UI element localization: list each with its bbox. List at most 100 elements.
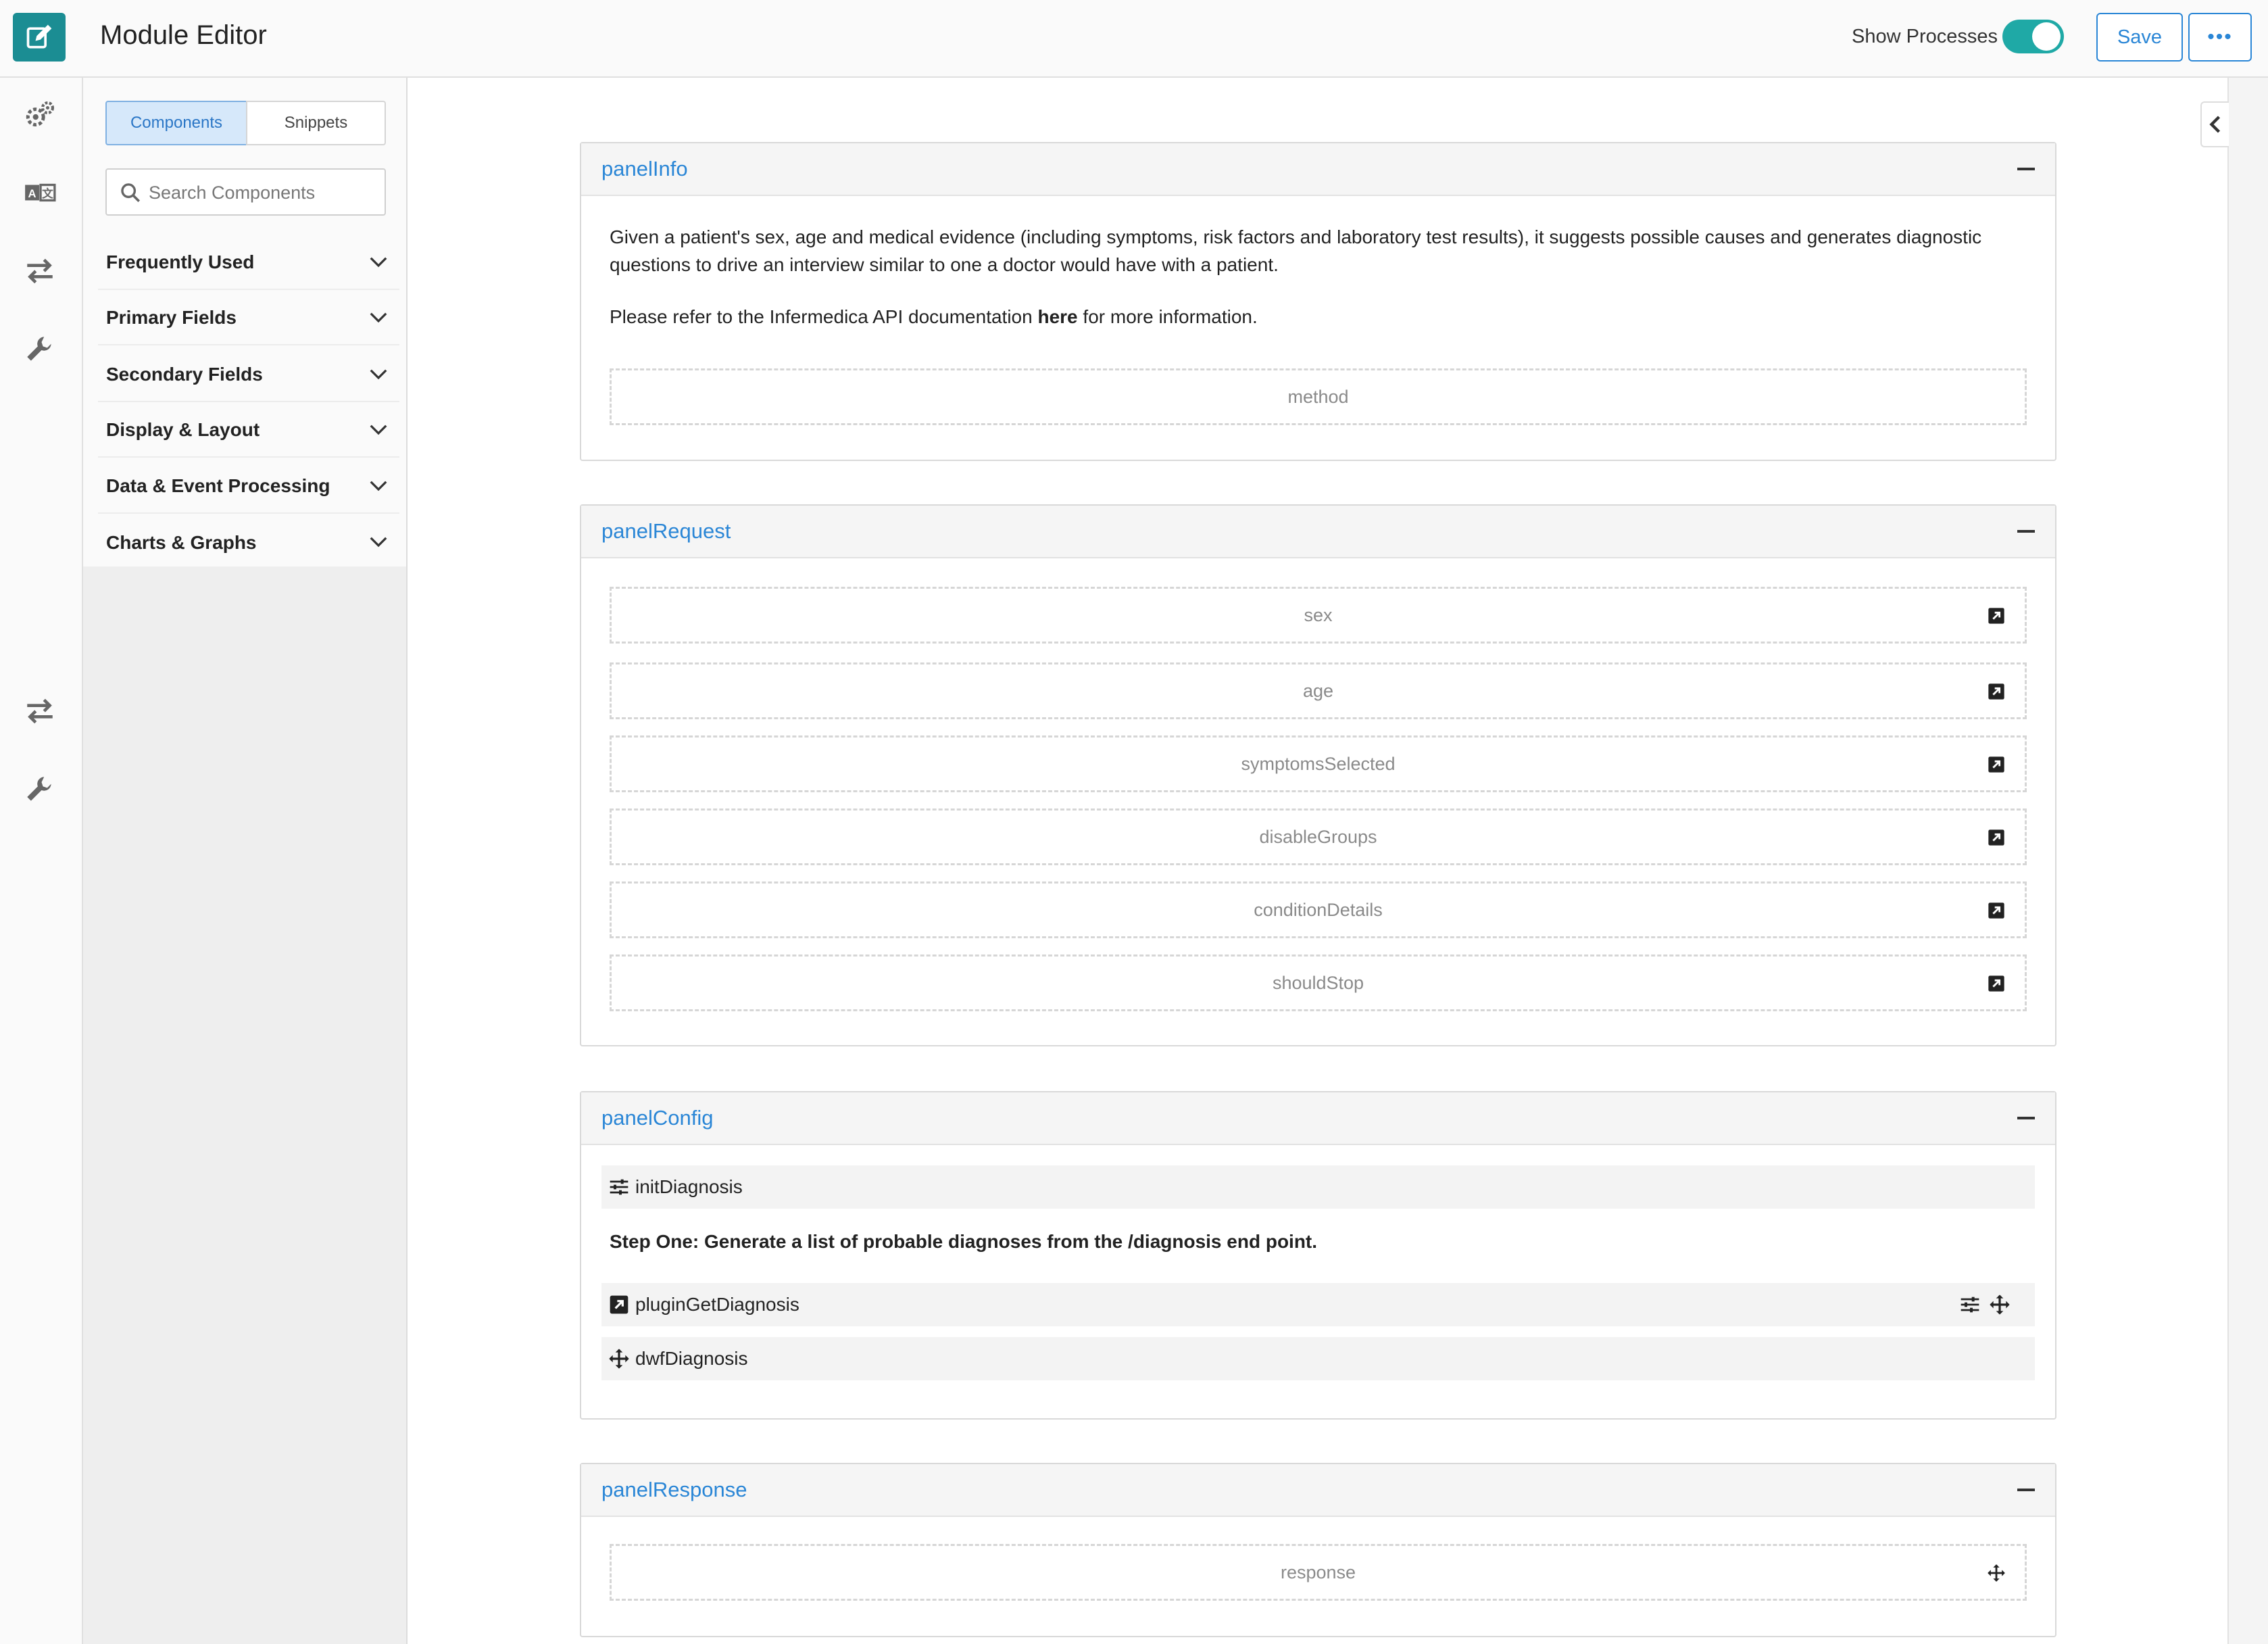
save-button[interactable]: Save xyxy=(2096,13,2183,62)
panel-title[interactable]: panelInfo xyxy=(601,157,688,181)
more-options-button[interactable]: ••• xyxy=(2188,13,2252,62)
field-label: symptomsSelected xyxy=(1241,753,1396,774)
category-label: Charts & Graphs xyxy=(106,532,257,553)
collapse-icon[interactable] xyxy=(2017,1489,2035,1491)
category-label: Primary Fields xyxy=(106,307,237,328)
open-external-icon[interactable] xyxy=(1987,682,2006,701)
edit-icon[interactable] xyxy=(13,13,66,62)
transfer-icon[interactable] xyxy=(23,254,57,288)
field-label: shouldStop xyxy=(1272,972,1364,993)
process-label: initDiagnosis xyxy=(635,1176,743,1197)
right-sidebar xyxy=(2227,78,2268,1644)
panel-reference: Please refer to the Infermedica API docu… xyxy=(610,303,2029,331)
category-label: Frequently Used xyxy=(106,251,255,272)
open-external-icon[interactable] xyxy=(1987,755,2006,774)
collapse-sidebar-button[interactable] xyxy=(2200,101,2229,147)
components-panel-content: Components Snippets Frequently Used Prim… xyxy=(83,78,406,566)
field-condition-details[interactable]: conditionDetails xyxy=(610,881,2027,938)
field-label: response xyxy=(1280,1562,1356,1582)
open-external-icon[interactable] xyxy=(1987,974,2006,993)
transfer-icon[interactable] xyxy=(23,694,57,728)
open-external-icon[interactable] xyxy=(1987,828,2006,847)
toggle-knob xyxy=(2032,22,2061,51)
gears-icon[interactable] xyxy=(23,99,57,132)
process-label: pluginGetDiagnosis xyxy=(635,1294,799,1315)
panel-info[interactable]: panelInfo Given a patient's sex, age and… xyxy=(580,142,2056,461)
panel-config[interactable]: panelConfig initDiagnosis Step One: Gene… xyxy=(580,1091,2056,1420)
field-label: age xyxy=(1302,680,1334,701)
chevron-down-icon xyxy=(370,257,387,268)
search-icon xyxy=(121,183,141,203)
move-icon[interactable] xyxy=(1989,1294,2011,1315)
open-external-icon xyxy=(610,1295,628,1314)
category-display-layout[interactable]: Display & Layout xyxy=(98,404,399,458)
wrench-icon[interactable] xyxy=(23,333,57,366)
field-method[interactable]: method xyxy=(610,368,2027,425)
documentation-link[interactable]: here xyxy=(1037,306,1077,327)
sliders-icon xyxy=(610,1179,628,1195)
process-init-diagnosis[interactable]: initDiagnosis xyxy=(601,1165,2035,1209)
step-description: Step One: Generate a list of probable di… xyxy=(610,1231,1318,1252)
sliders-icon[interactable] xyxy=(1959,1294,1981,1315)
process-dwf-diagnosis[interactable]: dwfDiagnosis xyxy=(601,1337,2035,1380)
open-external-icon[interactable] xyxy=(1987,606,2006,625)
chevron-down-icon xyxy=(370,537,387,548)
chevron-down-icon xyxy=(370,481,387,491)
collapse-icon[interactable] xyxy=(2017,1117,2035,1119)
description-line: questions to drive an interview similar … xyxy=(610,254,1279,275)
reference-text: for more information. xyxy=(1077,306,1258,327)
panel-description: Given a patient's sex, age and medical e… xyxy=(610,223,2029,279)
icon-rail xyxy=(0,78,83,1644)
translate-icon[interactable]: A 文 xyxy=(23,176,57,210)
show-processes-toggle[interactable] xyxy=(2002,20,2064,53)
wrench-icon[interactable] xyxy=(23,773,57,806)
panel-header[interactable]: panelResponse xyxy=(581,1464,2055,1517)
field-label: sex xyxy=(1304,604,1333,625)
panel-title[interactable]: panelRequest xyxy=(601,519,731,543)
panel-title[interactable]: panelResponse xyxy=(601,1478,747,1502)
panel-title[interactable]: panelConfig xyxy=(601,1106,713,1130)
tab-components[interactable]: Components xyxy=(105,101,247,145)
search-box xyxy=(105,168,386,216)
process-label: dwfDiagnosis xyxy=(635,1348,748,1369)
category-secondary-fields[interactable]: Secondary Fields xyxy=(98,348,399,402)
category-charts-graphs[interactable]: Charts & Graphs xyxy=(98,516,399,570)
field-should-stop[interactable]: shouldStop xyxy=(610,954,2027,1011)
description-line: Given a patient's sex, age and medical e… xyxy=(610,226,1982,247)
collapse-icon[interactable] xyxy=(2017,530,2035,533)
field-sex[interactable]: sex xyxy=(610,587,2027,644)
category-data-event-processing[interactable]: Data & Event Processing xyxy=(98,460,399,514)
move-icon[interactable] xyxy=(1987,1564,2006,1582)
panel-request[interactable]: panelRequest sex age symptomsSelected di… xyxy=(580,504,2056,1046)
process-actions xyxy=(1959,1294,2011,1315)
category-label: Data & Event Processing xyxy=(106,475,330,496)
panel-header[interactable]: panelRequest xyxy=(581,506,2055,558)
category-primary-fields[interactable]: Primary Fields xyxy=(98,291,399,345)
chevron-left-icon xyxy=(2209,116,2221,133)
panel-header[interactable]: panelInfo xyxy=(581,143,2055,196)
open-external-icon[interactable] xyxy=(1987,901,2006,920)
category-label: Secondary Fields xyxy=(106,364,263,385)
move-icon xyxy=(609,1349,629,1369)
collapse-icon[interactable] xyxy=(2017,168,2035,170)
search-input[interactable] xyxy=(147,170,380,216)
chevron-down-icon xyxy=(370,312,387,323)
chevron-down-icon xyxy=(370,425,387,435)
components-panel: Components Snippets Frequently Used Prim… xyxy=(83,78,408,1644)
panel-response[interactable]: panelResponse response xyxy=(580,1463,2056,1637)
panel-header[interactable]: panelConfig xyxy=(581,1092,2055,1145)
field-age[interactable]: age xyxy=(610,662,2027,719)
svg-text:文: 文 xyxy=(42,187,53,200)
field-response[interactable]: response xyxy=(610,1544,2027,1601)
svg-text:A: A xyxy=(28,187,36,200)
field-disable-groups[interactable]: disableGroups xyxy=(610,808,2027,865)
field-label: disableGroups xyxy=(1259,826,1377,847)
category-label: Display & Layout xyxy=(106,419,260,440)
show-processes-label: Show Processes xyxy=(1852,26,1998,47)
field-label: conditionDetails xyxy=(1254,899,1383,920)
field-symptoms-selected[interactable]: symptomsSelected xyxy=(610,735,2027,792)
chevron-down-icon xyxy=(370,369,387,380)
category-frequently-used[interactable]: Frequently Used xyxy=(98,236,399,290)
tab-snippets[interactable]: Snippets xyxy=(246,101,386,145)
process-plugin-get-diagnosis[interactable]: pluginGetDiagnosis xyxy=(601,1283,2035,1326)
